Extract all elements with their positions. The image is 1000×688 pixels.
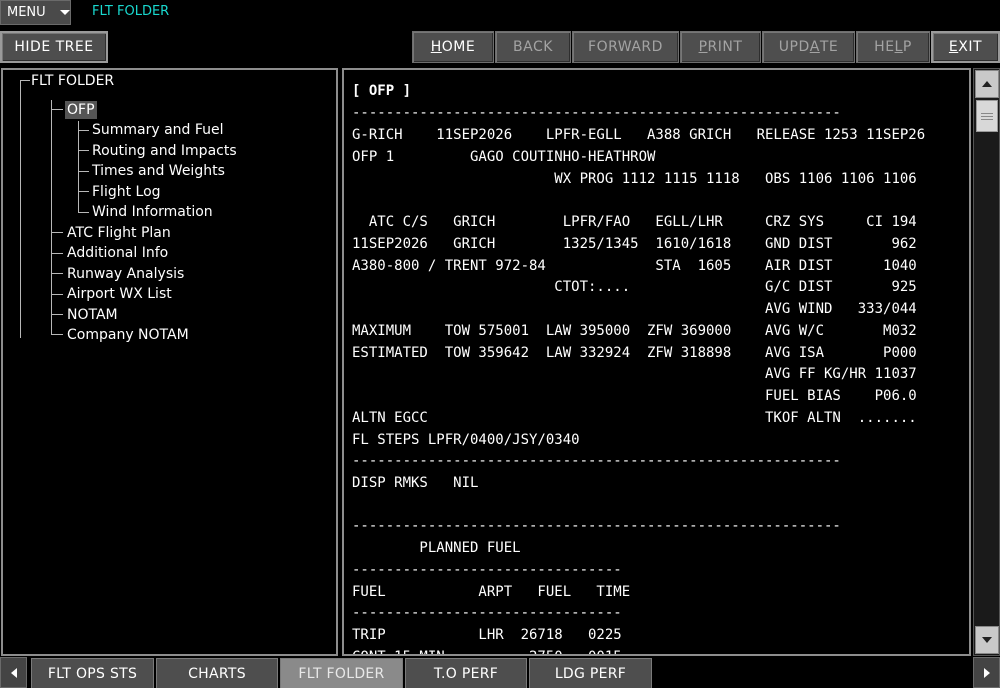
ofp-header: [ OFP ] bbox=[352, 83, 412, 99]
tree-connector bbox=[78, 171, 89, 172]
page-title: FLT FOLDER bbox=[92, 4, 170, 19]
home-button[interactable]: H OME bbox=[412, 31, 494, 63]
chevron-down-icon bbox=[59, 10, 70, 15]
scroll-down-button[interactable] bbox=[975, 626, 999, 654]
ofp-line: AVG FF KG/HR 11037 bbox=[352, 366, 917, 382]
ofp-line: ALTN EGCC TKOF ALTN ....... bbox=[352, 410, 917, 426]
print-label: RINT bbox=[707, 39, 743, 55]
ofp-line: OFP 1 GAGO COUTINHO-HEATHROW bbox=[352, 149, 656, 165]
folder-tree-panel: FLT FOLDER OFP Summary and Fuel Routing … bbox=[1, 68, 338, 656]
tree-connector bbox=[51, 253, 63, 254]
arrow-up-icon bbox=[982, 81, 992, 87]
ofp-line: ----------------------------------------… bbox=[352, 105, 841, 121]
ofp-line: WX PROG 1112 1115 1118 OBS 1106 1106 110… bbox=[352, 171, 917, 187]
help-label-end: P bbox=[902, 39, 912, 55]
home-label: OME bbox=[441, 39, 476, 55]
ofp-line: CTOT:.... G/C DIST 925 bbox=[352, 279, 917, 295]
tree-item-wind-information[interactable]: Wind Information bbox=[92, 203, 213, 221]
tree-connector bbox=[78, 121, 79, 213]
ofp-line: ----------------------------------------… bbox=[352, 518, 841, 534]
tab-ldg-perf[interactable]: LDG PERF bbox=[529, 658, 652, 688]
tree-item-runway-analysis[interactable]: Runway Analysis bbox=[67, 265, 184, 283]
tree-connector bbox=[51, 109, 63, 110]
tree-connector bbox=[20, 80, 21, 338]
scrollbar-thumb[interactable] bbox=[976, 100, 998, 132]
arrow-right-icon bbox=[983, 667, 990, 678]
ofp-line: MAXIMUM TOW 575001 LAW 395000 ZFW 369000… bbox=[352, 323, 917, 339]
menu-button[interactable]: MENU bbox=[0, 0, 71, 25]
grip-line bbox=[981, 116, 993, 117]
ofp-line: FL STEPS LPFR/0400/JSY/0340 bbox=[352, 432, 580, 448]
ofp-line: CONT 15 MIN 2750 0015 bbox=[352, 648, 622, 654]
tree-connector bbox=[78, 150, 89, 151]
tab-flt-ops-sts[interactable]: FLT OPS STS bbox=[31, 658, 154, 688]
exit-button[interactable]: E XIT bbox=[931, 31, 1000, 63]
help-label: HE bbox=[874, 39, 895, 55]
exit-label: XIT bbox=[958, 39, 983, 55]
tree-item-additional-info[interactable]: Additional Info bbox=[67, 244, 168, 262]
arrow-down-icon bbox=[982, 637, 992, 643]
ofp-line: A380-800 / TRENT 972-84 STA 1605 AIR DIS… bbox=[352, 258, 917, 274]
tree-connector bbox=[20, 80, 30, 81]
forward-button[interactable]: FORWARD bbox=[572, 31, 679, 63]
tab-charts[interactable]: CHARTS bbox=[156, 658, 278, 688]
ofp-line: PLANNED FUEL bbox=[352, 540, 521, 556]
tree-item-notam[interactable]: NOTAM bbox=[67, 306, 118, 324]
ofp-line: -------------------------------- bbox=[352, 605, 622, 621]
tree-connector bbox=[51, 273, 63, 274]
print-button[interactable]: P RINT bbox=[680, 31, 761, 63]
tab-flt-folder[interactable]: FLT FOLDER bbox=[280, 658, 403, 688]
ofp-line: ----------------------------------------… bbox=[352, 453, 841, 469]
ofp-line: DISP RMKS NIL bbox=[352, 475, 479, 491]
home-label-mnemonic: H bbox=[430, 39, 442, 55]
update-label-mnemonic: A bbox=[809, 39, 820, 55]
ofp-line: TRIP LHR 26718 0225 bbox=[352, 627, 622, 643]
tree-connector bbox=[51, 100, 52, 334]
update-label-end: TE bbox=[819, 39, 839, 55]
tree-root[interactable]: FLT FOLDER bbox=[31, 72, 114, 90]
tree-connector bbox=[51, 334, 63, 335]
exit-label-mnemonic: E bbox=[948, 39, 959, 55]
tree-item-flight-log[interactable]: Flight Log bbox=[92, 183, 161, 201]
tree-connector bbox=[51, 294, 63, 295]
ofp-line: 11SEP2026 GRICH 1325/1345 1610/1618 GND … bbox=[352, 236, 917, 252]
tab-scroll-left-button[interactable] bbox=[0, 657, 27, 688]
tree-item-routing-impacts[interactable]: Routing and Impacts bbox=[92, 142, 237, 160]
bottom-tab-bar: FLT OPS STS CHARTS FLT FOLDER T.O PERF L… bbox=[0, 657, 1000, 688]
ofp-line: ESTIMATED TOW 359642 LAW 332924 ZFW 3188… bbox=[352, 345, 917, 361]
tree-item-atc-flight-plan[interactable]: ATC Flight Plan bbox=[67, 224, 171, 242]
tree-connector bbox=[78, 191, 89, 192]
print-label-mnemonic: P bbox=[698, 39, 708, 55]
arrow-left-icon bbox=[10, 667, 17, 678]
ofp-document-panel[interactable]: [ OFP ] --------------------------------… bbox=[342, 68, 971, 656]
tab-to-perf[interactable]: T.O PERF bbox=[405, 658, 527, 688]
grip-line bbox=[981, 119, 993, 120]
ofp-line: FUEL ARPT FUEL TIME bbox=[352, 584, 631, 600]
tree-item-summary-fuel[interactable]: Summary and Fuel bbox=[92, 121, 224, 139]
tree-item-company-notam[interactable]: Company NOTAM bbox=[67, 326, 189, 344]
help-label-mnemonic: L bbox=[894, 39, 903, 55]
scroll-up-button[interactable] bbox=[975, 70, 999, 98]
back-button[interactable]: BACK bbox=[495, 31, 571, 63]
tab-scroll-right-button[interactable] bbox=[973, 657, 1000, 688]
tree-item-times-weights[interactable]: Times and Weights bbox=[92, 162, 225, 180]
tree-connector bbox=[51, 232, 63, 233]
grip-line bbox=[981, 113, 993, 114]
tree-connector bbox=[78, 130, 89, 131]
help-button[interactable]: HE L P bbox=[856, 31, 930, 63]
ofp-line: G-RICH 11SEP2026 LPFR-EGLL A388 GRICH RE… bbox=[352, 127, 926, 143]
ofp-line: ATC C/S GRICH LPFR/FAO EGLL/LHR CRZ SYS … bbox=[352, 214, 917, 230]
ofp-line: -------------------------------- bbox=[352, 562, 622, 578]
tree-item-airport-wx-list[interactable]: Airport WX List bbox=[67, 285, 172, 303]
tree-item-ofp[interactable]: OFP bbox=[65, 101, 97, 119]
update-button[interactable]: UPD A TE bbox=[762, 31, 855, 63]
hide-tree-button[interactable]: HIDE TREE bbox=[0, 31, 108, 63]
ofp-line: FUEL BIAS P06.0 bbox=[352, 388, 917, 404]
menu-label: MENU bbox=[7, 5, 46, 20]
tree-connector bbox=[51, 314, 63, 315]
vertical-scrollbar[interactable] bbox=[973, 68, 1000, 656]
tree-connector bbox=[78, 212, 89, 213]
ofp-line: AVG WIND 333/044 bbox=[352, 301, 917, 317]
update-label: UPD bbox=[778, 39, 810, 55]
